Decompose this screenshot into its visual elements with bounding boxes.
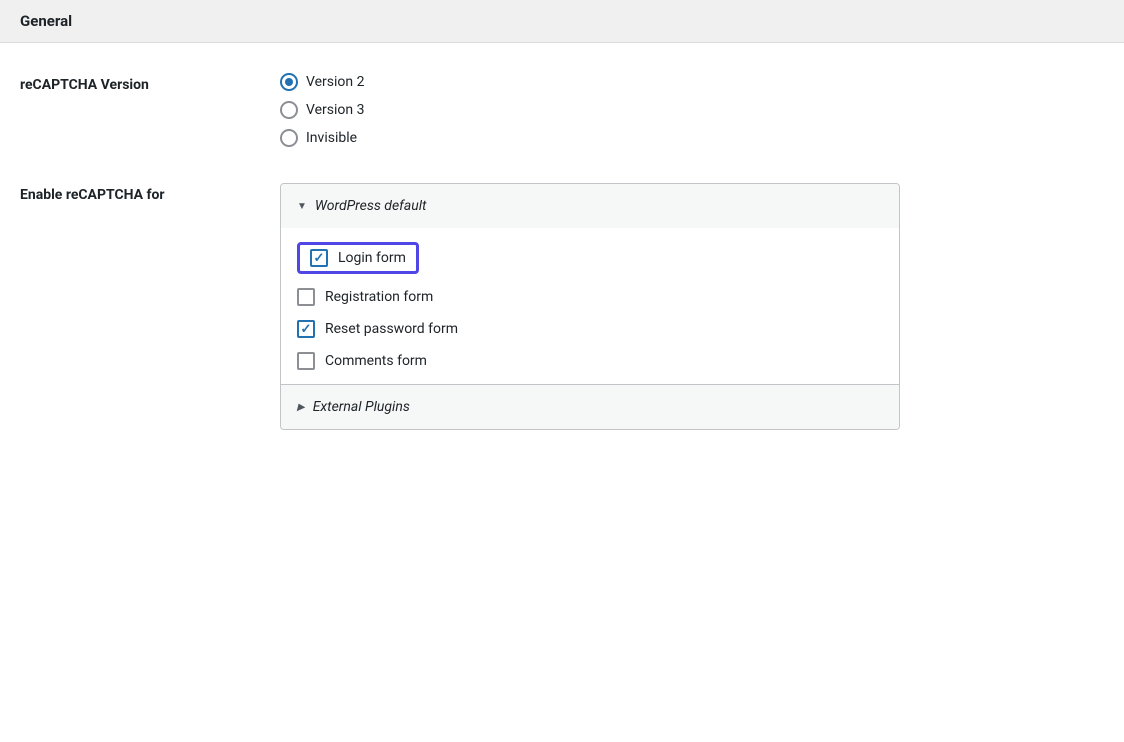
chevron-right-icon: ▶ — [297, 402, 305, 413]
checkbox-comments-form[interactable] — [297, 352, 315, 370]
section-title: General — [20, 12, 72, 30]
settings-area: reCAPTCHA Version Version 2 Version 3 In… — [0, 43, 1124, 486]
enable-recaptcha-control: ▼ WordPress default Login form — [280, 183, 1104, 430]
accordion-header-wp-default[interactable]: ▼ WordPress default — [281, 184, 899, 228]
accordion-title-external-plugins: External Plugins — [313, 399, 410, 415]
recaptcha-version-control: Version 2 Version 3 Invisible — [280, 73, 1104, 147]
checkbox-item-registration-form[interactable]: Registration form — [297, 288, 883, 306]
accordion-section-external-plugins: ▶ External Plugins — [281, 384, 899, 429]
accordion-section-wp-default: ▼ WordPress default Login form — [281, 184, 899, 384]
checkbox-login-form[interactable] — [310, 249, 328, 267]
accordion-title-wp-default: WordPress default — [315, 198, 427, 214]
radio-group-version: Version 2 Version 3 Invisible — [280, 73, 1104, 147]
highlight-wrapper-login: Login form — [297, 242, 883, 274]
radio-invisible[interactable] — [280, 129, 298, 147]
checkbox-label-comments-form: Comments form — [325, 353, 427, 369]
radio-label-v2: Version 2 — [306, 74, 364, 90]
recaptcha-version-row: reCAPTCHA Version Version 2 Version 3 In… — [20, 73, 1104, 147]
radio-label-v3: Version 3 — [306, 102, 364, 118]
checkbox-item-reset-password-form[interactable]: Reset password form — [297, 320, 883, 338]
radio-v3[interactable] — [280, 101, 298, 119]
radio-item-invisible[interactable]: Invisible — [280, 129, 1104, 147]
radio-v2[interactable] — [280, 73, 298, 91]
accordion-header-external-plugins[interactable]: ▶ External Plugins — [281, 385, 899, 429]
radio-label-invisible: Invisible — [306, 130, 357, 146]
checkbox-reset-password-form[interactable] — [297, 320, 315, 338]
enable-recaptcha-row: Enable reCAPTCHA for ▼ WordPress default — [20, 183, 1104, 430]
checkbox-registration-form[interactable] — [297, 288, 315, 306]
enable-recaptcha-label: Enable reCAPTCHA for — [20, 183, 280, 203]
page-container: General reCAPTCHA Version Version 2 Vers… — [0, 0, 1124, 742]
checkbox-label-registration-form: Registration form — [325, 289, 433, 305]
recaptcha-version-label: reCAPTCHA Version — [20, 73, 280, 93]
radio-item-v3[interactable]: Version 3 — [280, 101, 1104, 119]
accordion-container: ▼ WordPress default Login form — [280, 183, 900, 430]
radio-item-v2[interactable]: Version 2 — [280, 73, 1104, 91]
checkbox-item-login-form[interactable]: Login form — [310, 249, 406, 267]
checkbox-item-comments-form[interactable]: Comments form — [297, 352, 883, 370]
checkbox-label-reset-password-form: Reset password form — [325, 321, 458, 337]
chevron-down-icon: ▼ — [297, 201, 307, 212]
checkbox-label-login-form: Login form — [338, 250, 406, 266]
section-header: General — [0, 0, 1124, 43]
accordion-body-wp-default: Login form Registration form — [281, 228, 899, 384]
